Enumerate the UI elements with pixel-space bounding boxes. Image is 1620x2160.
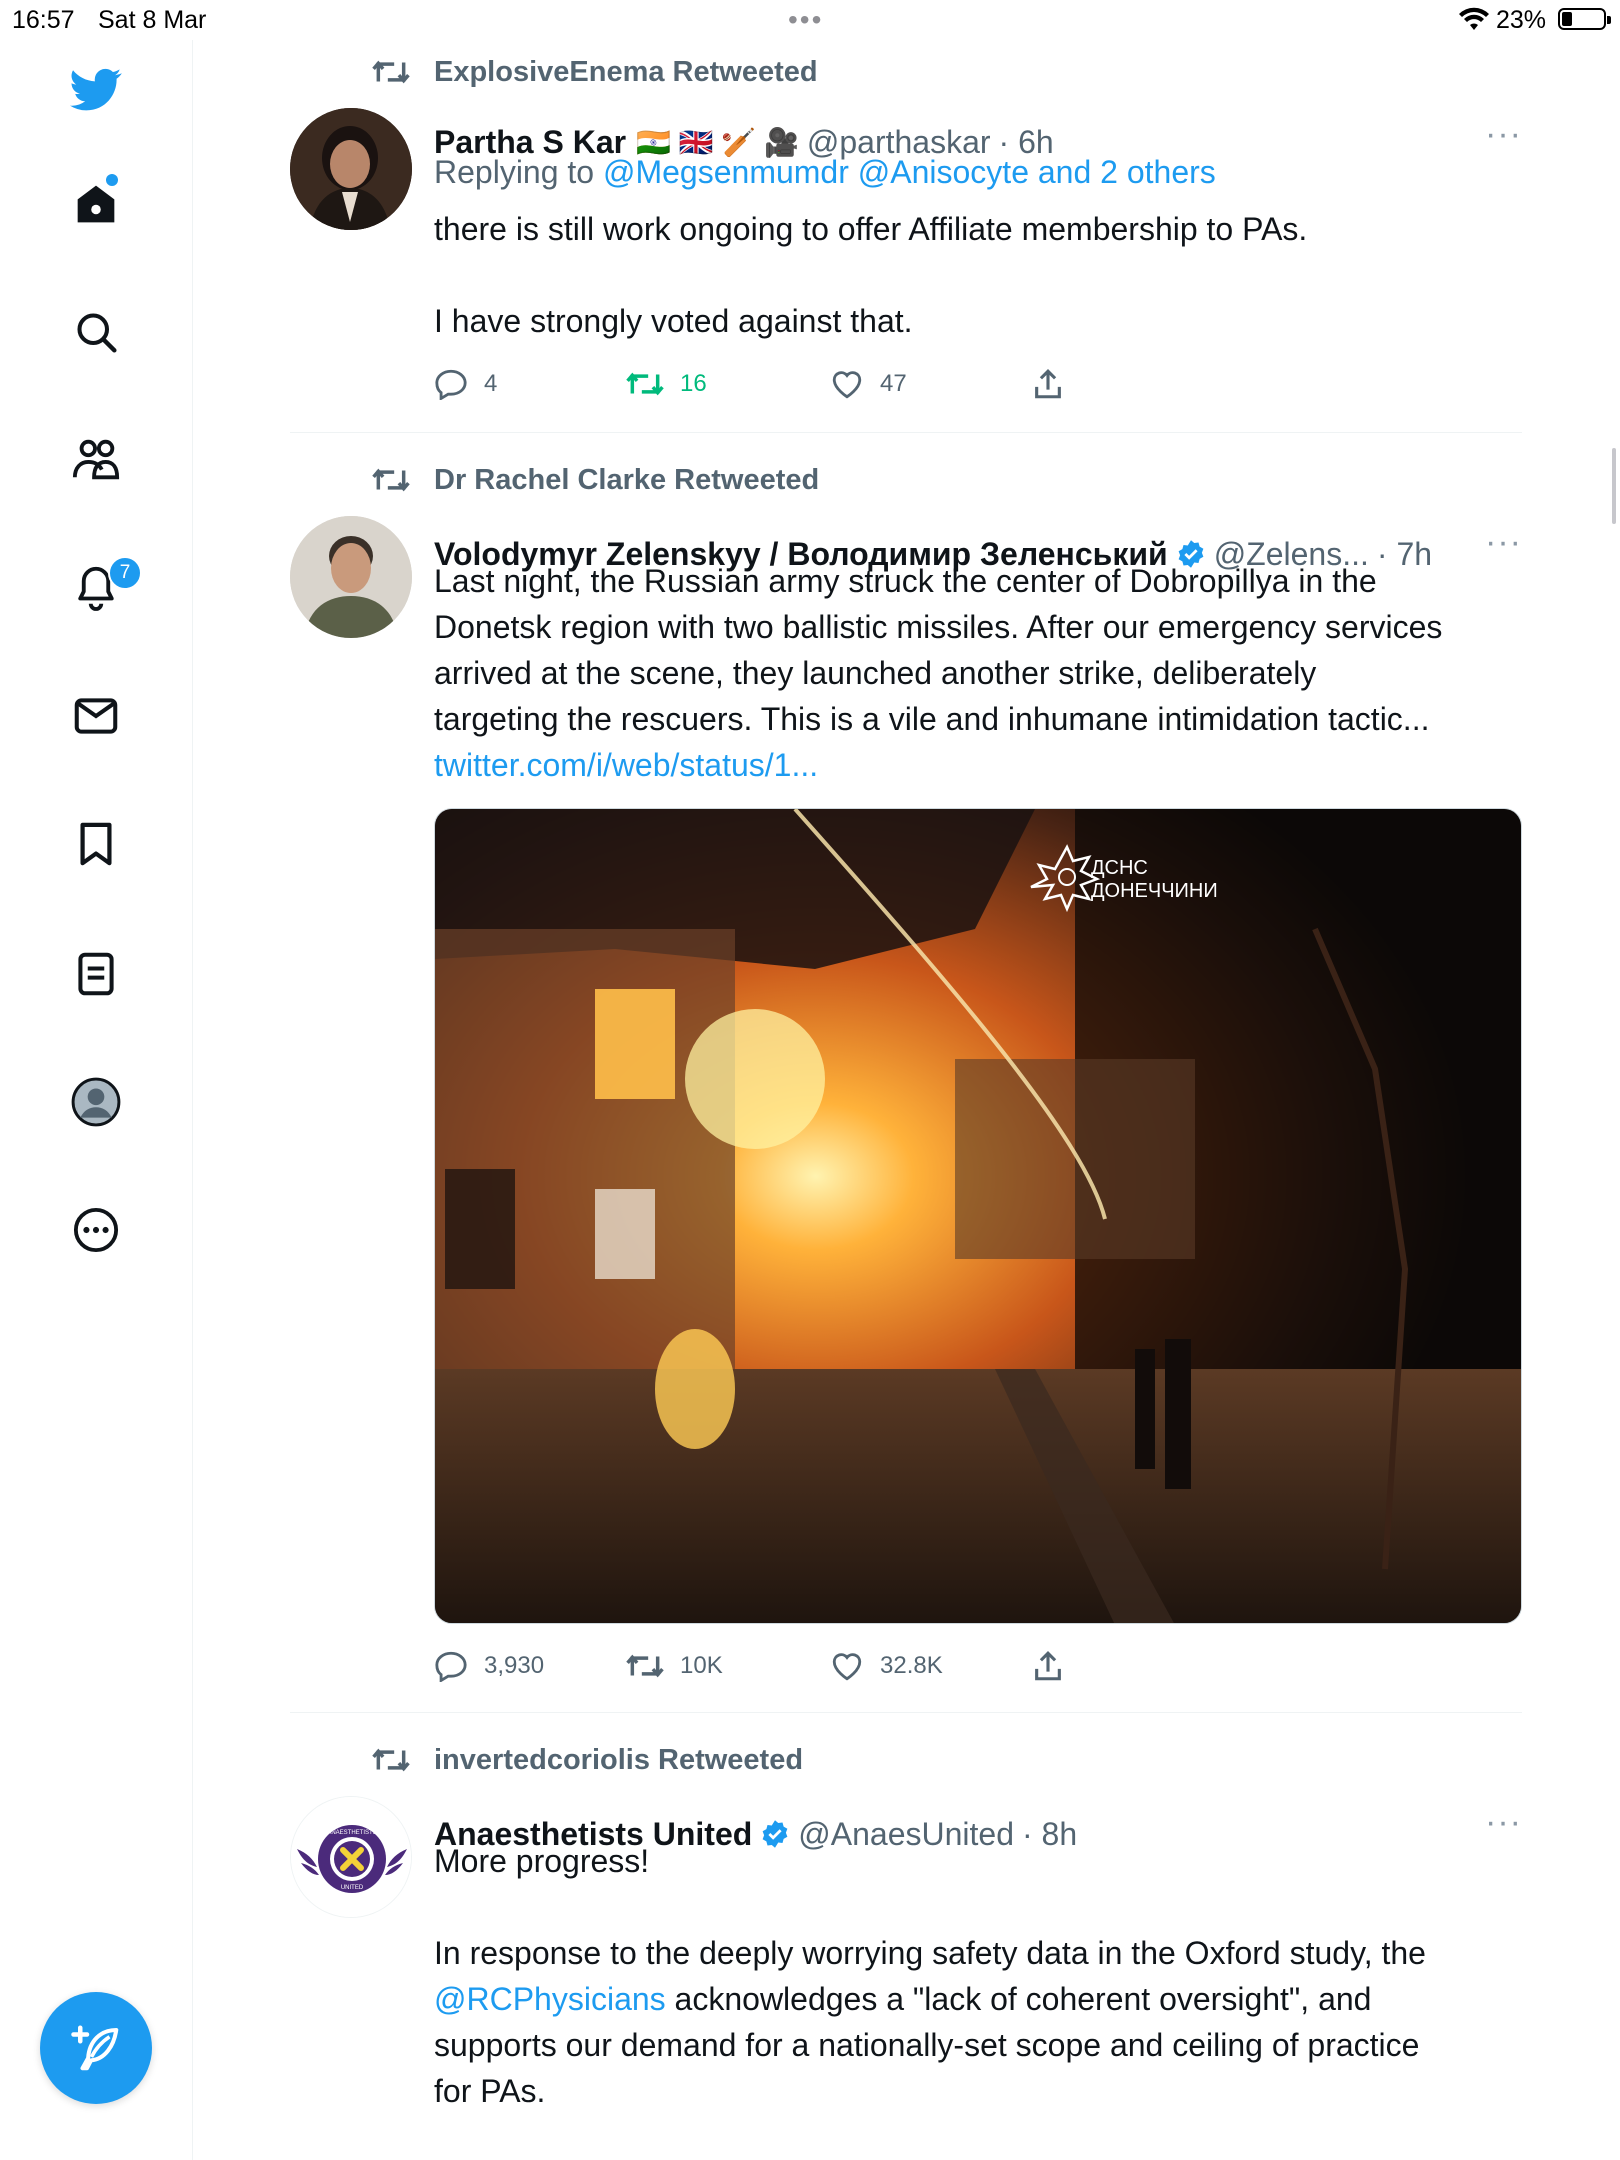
tweet-text-line: I have strongly voted against that. <box>434 303 913 339</box>
communities-icon[interactable] <box>68 432 124 488</box>
multitasking-dots[interactable]: ••• <box>788 6 823 34</box>
tweet-text-line: targeting the rescuers. This is a vile a… <box>434 701 1430 737</box>
share-icon <box>1035 1651 1061 1681</box>
reply-count: 4 <box>484 370 498 397</box>
tweet-image[interactable]: ДСНС ДОНЕЧЧИНИ <box>434 808 1522 1624</box>
retweeted-by-label[interactable]: invertedcoriolis Retweeted <box>434 1744 803 1777</box>
reply-button[interactable]: 3,930 <box>434 1646 544 1686</box>
avatar[interactable] <box>290 516 412 638</box>
mention-link[interactable]: @RCPhysicians <box>434 1981 666 2017</box>
retweet-icon <box>626 372 664 396</box>
heart-icon <box>832 371 862 399</box>
like-count: 32.8K <box>880 1652 943 1679</box>
reply-button[interactable]: 4 <box>434 364 497 404</box>
tweet-text-line: arrived at the scene, they launched anot… <box>434 655 1317 691</box>
avatar[interactable]: ANAESTHETISTS UNITED <box>290 1796 412 1918</box>
tweet-link[interactable]: twitter.com/i/web/status/1... <box>434 742 1524 788</box>
compose-tweet-button[interactable] <box>40 1992 152 2104</box>
tweet-text-line: In response to the deeply worrying safet… <box>434 1935 1426 1971</box>
more-options-icon[interactable]: ··· <box>1485 525 1522 559</box>
scrollbar[interactable] <box>1612 448 1616 524</box>
image-watermark: ДСНС <box>1091 857 1148 879</box>
tweet-text-line: @RCPhysicians acknowledges a "lack of co… <box>434 1976 1524 2022</box>
tweet-text-line: More progress! <box>434 1843 650 1879</box>
tweet-text: there is still work ongoing to offer Aff… <box>434 206 1524 344</box>
like-button[interactable]: 47 <box>830 364 907 404</box>
more-circle-icon[interactable] <box>68 1202 124 1258</box>
image-watermark: ДОНЕЧЧИНИ <box>1091 880 1218 902</box>
retweet-icon <box>372 468 410 492</box>
reply-to-users-link[interactable]: @Megsenmumdr @Anisocyte and 2 others <box>603 154 1216 190</box>
retweeted-by-label[interactable]: Dr Rachel Clarke Retweeted <box>434 464 819 497</box>
bookmarks-icon[interactable] <box>68 816 124 872</box>
share-icon <box>1035 369 1061 399</box>
tweet-text-line: Last night, the Russian army struck the … <box>434 563 1377 599</box>
battery-percent: 23% <box>1496 6 1547 34</box>
tweet-text-line: for PAs. <box>434 2073 546 2109</box>
more-options-icon[interactable]: ··· <box>1485 117 1522 151</box>
tweet-text-line: supports our demand for a nationally-set… <box>434 2027 1420 2063</box>
heart-icon <box>832 1653 862 1681</box>
like-button[interactable]: 32.8K <box>830 1646 943 1686</box>
home-unread-dot <box>106 174 118 186</box>
share-button[interactable] <box>1032 364 1064 404</box>
notifications-badge: 7 <box>108 556 142 590</box>
tweet-text-line: Donetsk region with two ballistic missil… <box>434 609 1443 645</box>
retweet-context: invertedcoriolis Retweeted <box>372 1740 803 1780</box>
tweet-divider <box>290 1712 1522 1713</box>
reply-count: 3,930 <box>484 1652 545 1679</box>
retweet-button[interactable]: 10K <box>626 1646 723 1686</box>
retweet-button[interactable]: 16 <box>626 364 707 404</box>
tweet-text: More progress! In response to the deeply… <box>434 1838 1524 2114</box>
tweet-text: Last night, the Russian army struck the … <box>434 558 1524 788</box>
reply-icon <box>435 369 467 400</box>
logo-text: ANAESTHETISTS <box>327 1830 376 1836</box>
tweet-3[interactable]: invertedcoriolis Retweeted ANAESTHETISTS… <box>290 1740 1522 2160</box>
profile-avatar-icon[interactable] <box>68 1074 124 1130</box>
fire-scene-image: ДСНС ДОНЕЧЧИНИ <box>435 809 1521 1623</box>
reply-prefix: Replying to <box>434 154 603 190</box>
status-time: 16:57 <box>12 6 75 34</box>
tweet-actions: 4 16 47 <box>434 364 1134 404</box>
status-bar: 16:57 Sat 8 Mar ••• 23% <box>0 0 1620 40</box>
retweet-count: 10K <box>680 1652 723 1679</box>
more-options-icon[interactable]: ··· <box>1485 1805 1522 1839</box>
retweet-count: 16 <box>680 370 707 397</box>
tweet-actions: 3,930 10K 32.8K <box>434 1646 1134 1686</box>
wifi-icon <box>1458 6 1490 39</box>
tweet-2[interactable]: Dr Rachel Clarke Retweeted Volodymyr Zel… <box>290 460 1522 1700</box>
tweet-text-line: there is still work ongoing to offer Aff… <box>434 211 1308 247</box>
retweet-context: Dr Rachel Clarke Retweeted <box>372 460 819 500</box>
retweet-icon <box>372 1748 410 1772</box>
twitter-logo-icon[interactable] <box>68 62 124 118</box>
tweet-1[interactable]: ExplosiveEnema Retweeted Partha S Kar 🇮🇳… <box>290 52 1522 412</box>
reply-context: Replying to @Megsenmumdr @Anisocyte and … <box>434 154 1216 191</box>
tweet-text-fragment: acknowledges a "lack of coherent oversig… <box>665 1981 1372 2017</box>
logo-text: UNITED <box>341 1885 364 1891</box>
status-date: Sat 8 Mar <box>98 6 207 34</box>
tweet-divider <box>290 432 1522 433</box>
anaesthetists-united-logo: ANAESTHETISTS UNITED <box>291 1797 411 1917</box>
messages-icon[interactable] <box>68 688 124 744</box>
search-icon[interactable] <box>68 304 124 360</box>
reply-icon <box>435 1651 467 1682</box>
avatar[interactable] <box>290 108 412 230</box>
share-button[interactable] <box>1032 1646 1064 1686</box>
lists-icon[interactable] <box>68 946 124 1002</box>
retweet-icon <box>372 60 410 84</box>
battery-icon <box>1558 8 1611 30</box>
retweet-icon <box>626 1654 664 1678</box>
retweeted-by-label[interactable]: ExplosiveEnema Retweeted <box>434 56 818 89</box>
like-count: 47 <box>880 370 907 397</box>
retweet-context: ExplosiveEnema Retweeted <box>372 52 818 92</box>
